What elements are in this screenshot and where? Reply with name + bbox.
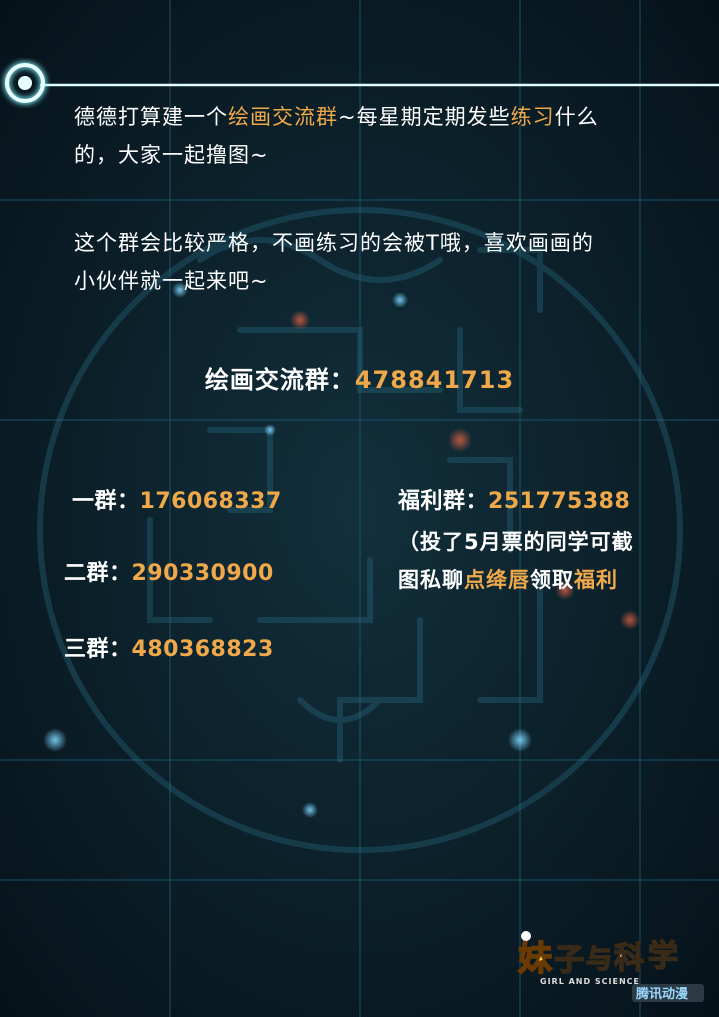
- intro-line-1: 德德打算建一个绘画交流群~每星期定期发些练习什么: [74, 98, 599, 136]
- welfare-group-number: 251775388: [488, 489, 631, 514]
- intro-paragraph: 德德打算建一个绘画交流群~每星期定期发些练习什么 的，大家一起撸图~: [74, 98, 599, 174]
- rules-line-1: 这个群会比较严格，不画练习的会被T哦，喜欢画画的: [74, 231, 594, 255]
- main-group-info: 绘画交流群：478841713: [0, 360, 719, 395]
- group-3: 三群：480368823: [64, 631, 274, 663]
- intro-line-2: 的，大家一起撸图~: [74, 143, 269, 167]
- welfare-group: 福利群：251775388: [398, 483, 630, 515]
- svg-text:子: 子: [554, 943, 584, 978]
- group-1: 一群：176068337: [72, 483, 282, 515]
- highlight-practice: 练习: [510, 105, 555, 129]
- highlight-welfare: 福利: [574, 568, 618, 592]
- intro-text: ~每星期定期发些: [338, 105, 511, 129]
- comic-logo: 妹 子 与 科 学 GIRL AND SCIENCE 腾讯动漫: [517, 931, 704, 1002]
- group-2: 二群：290330900: [64, 555, 274, 587]
- group-label: 三群：: [64, 637, 132, 662]
- group-label: 二群：: [64, 561, 132, 586]
- note-text: 领取: [530, 568, 574, 592]
- rules-paragraph: 这个群会比较严格，不画练习的会被T哦，喜欢画画的 小伙伴就一起来吧~: [74, 224, 594, 300]
- group-number: 176068337: [139, 489, 282, 514]
- welfare-note-line-2: 图私聊点绛唇领取福利: [398, 561, 698, 599]
- highlight-drawing-group: 绘画交流群: [228, 105, 338, 129]
- group-number: 290330900: [131, 561, 274, 586]
- group-label: 一群：: [72, 489, 140, 514]
- intro-text: 德德打算建一个: [74, 105, 228, 129]
- svg-text:GIRL AND SCIENCE: GIRL AND SCIENCE: [540, 977, 640, 986]
- svg-text:科: 科: [614, 941, 644, 976]
- welfare-group-label: 福利群：: [398, 489, 489, 514]
- svg-text:妹: 妹: [518, 939, 552, 979]
- intro-text: 什么: [554, 105, 599, 129]
- main-group-label: 绘画交流群：: [204, 366, 355, 394]
- welfare-note-line-1: （投了5月票的同学可截: [398, 530, 634, 554]
- main-group-number: 478841713: [354, 366, 515, 394]
- svg-text:学: 学: [648, 939, 678, 974]
- note-text: 图私聊: [398, 568, 464, 592]
- svg-text:腾讯动漫: 腾讯动漫: [635, 986, 688, 1002]
- rules-line-2: 小伙伴就一起来吧~: [74, 269, 269, 293]
- svg-text:与: 与: [586, 945, 612, 975]
- group-number: 480368823: [131, 637, 274, 662]
- highlight-contact-name: 点绛唇: [464, 568, 530, 592]
- welfare-note: （投了5月票的同学可截 图私聊点绛唇领取福利: [398, 523, 698, 599]
